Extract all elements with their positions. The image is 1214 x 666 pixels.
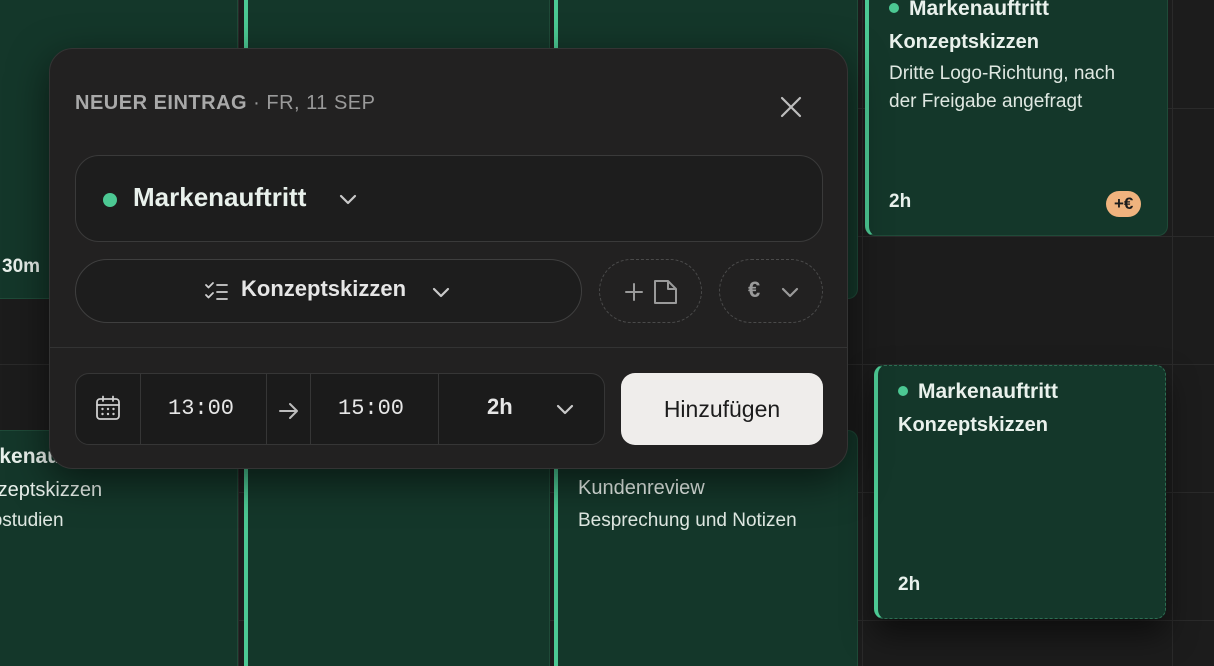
task-select[interactable]: Konzeptskizzen xyxy=(75,259,582,323)
arrow-right-icon xyxy=(279,403,298,419)
billable-badge: +€ xyxy=(1106,191,1142,217)
chevron-down-icon xyxy=(556,404,574,415)
date-picker-button[interactable] xyxy=(76,374,140,444)
attach-file-button[interactable] xyxy=(599,259,702,323)
euro-icon: € xyxy=(748,277,761,302)
chevron-down-icon xyxy=(432,287,450,298)
new-entry-dialog: NEUER EINTRAG · FR, 11 SEP Markenauftrit… xyxy=(49,48,848,469)
divider xyxy=(50,347,847,348)
event-project: Markenauftritt xyxy=(889,0,1049,21)
event-task: Konzeptskizzen xyxy=(889,31,1040,53)
event-task: Konzeptskizzen xyxy=(898,414,1049,436)
event-project: Markenauftritt xyxy=(898,380,1058,404)
add-entry-button[interactable]: Hinzufügen xyxy=(621,373,823,445)
billable-currency-button[interactable]: € xyxy=(719,259,823,323)
event-duration: 30m xyxy=(2,256,41,277)
add-file-icon xyxy=(625,280,677,304)
project-color-dot xyxy=(898,386,908,396)
dialog-title: NEUER EINTRAG · FR, 11 SEP xyxy=(75,92,375,115)
event-duration: 2h xyxy=(889,191,912,212)
end-time-input[interactable]: 15:00 xyxy=(338,396,404,421)
dialog-title-label: NEUER EINTRAG xyxy=(75,92,248,114)
close-icon xyxy=(780,96,802,118)
project-color-dot xyxy=(103,193,117,207)
calendar-icon xyxy=(96,395,120,420)
event-note: Dritte Logo-Richtung, nach der Freigabe … xyxy=(889,63,1116,112)
event-task: Kundenreview xyxy=(578,477,705,499)
event-note: Logostudien xyxy=(0,510,64,531)
event-task: Konzeptskizzen xyxy=(0,479,103,501)
project-select[interactable]: Markenauftritt xyxy=(75,155,823,242)
chevron-down-icon xyxy=(339,194,357,205)
calendar-event[interactable]: Markenauftritt Konzeptskizzen Dritte Log… xyxy=(865,0,1168,236)
event-duration: 2h xyxy=(898,574,921,595)
task-label: Konzeptskizzen xyxy=(241,276,407,301)
duration-select[interactable]: 2h xyxy=(439,374,604,444)
start-time-input[interactable]: 13:00 xyxy=(168,396,234,421)
chevron-down-icon xyxy=(781,287,799,298)
draft-event[interactable]: Markenauftritt Konzeptskizzen 2h xyxy=(874,365,1166,619)
close-button[interactable] xyxy=(777,93,805,121)
project-label: Markenauftritt xyxy=(133,182,307,212)
task-list-icon xyxy=(205,282,228,300)
project-color-dot xyxy=(889,3,899,13)
event-note: Besprechung und Notizen xyxy=(578,510,797,531)
dialog-title-date: · FR, 11 SEP xyxy=(247,92,376,114)
time-range-picker: 13:00 15:00 2h xyxy=(75,373,605,445)
duration-value: 2h xyxy=(487,394,513,419)
